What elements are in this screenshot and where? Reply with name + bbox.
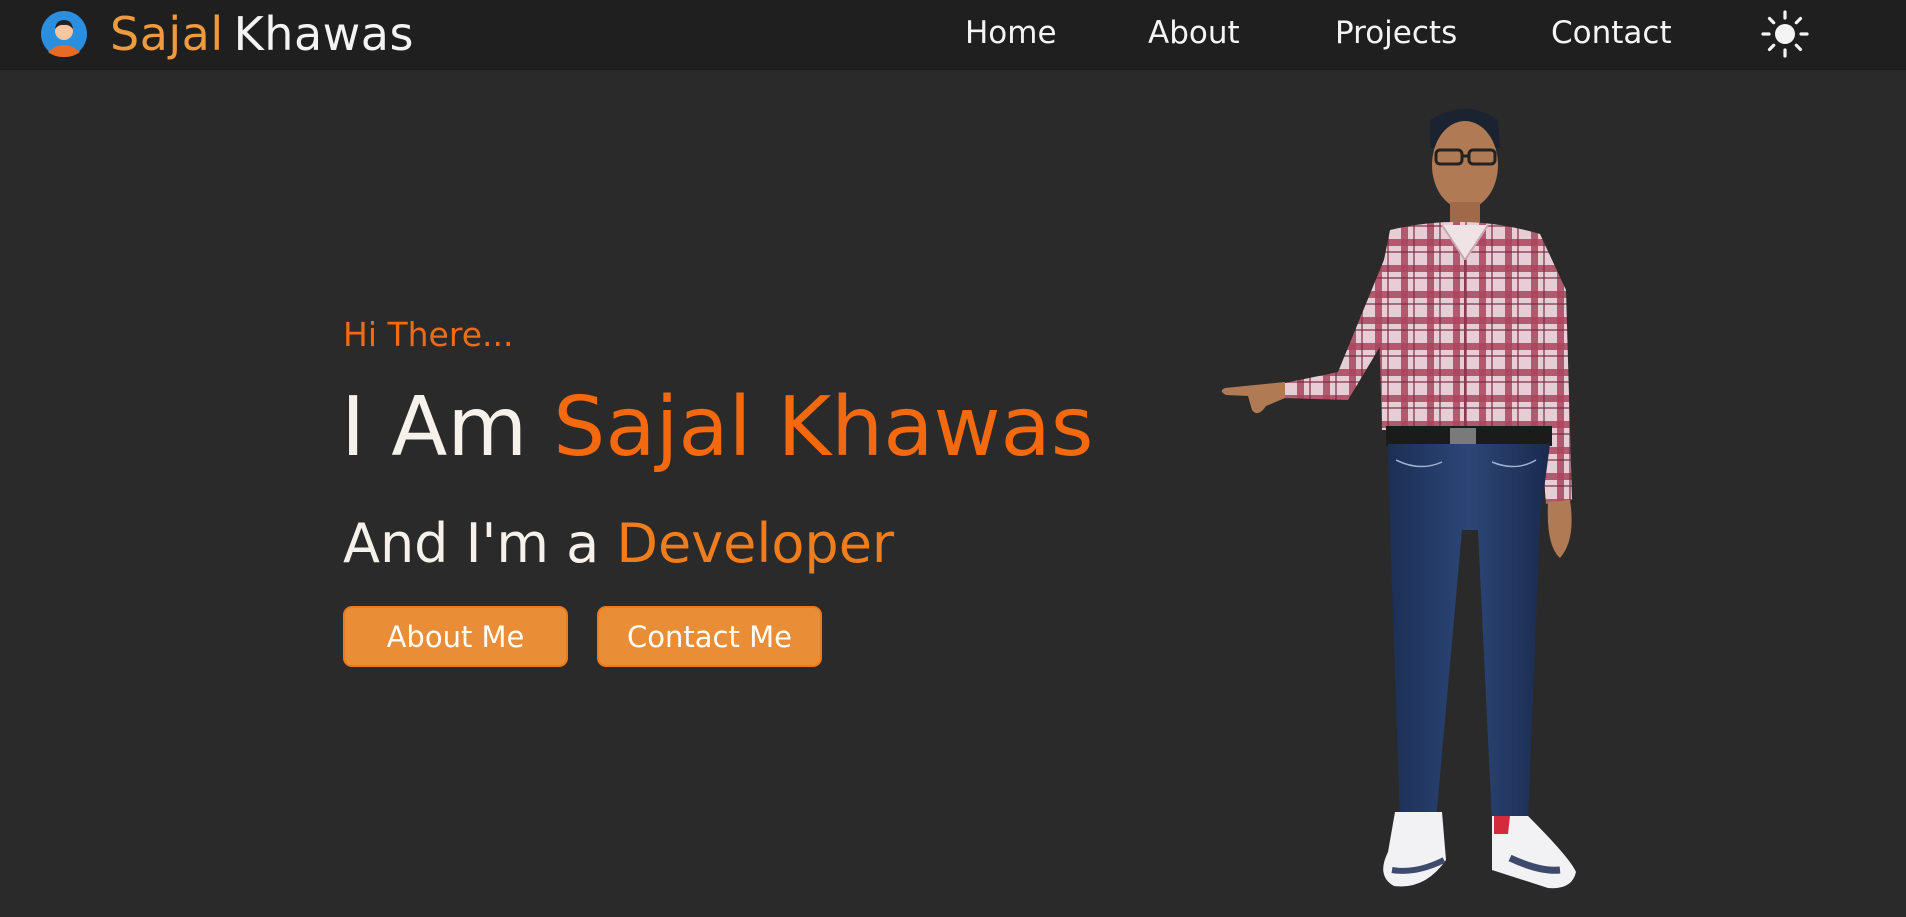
hero-subtitle-role: Developer: [616, 512, 895, 575]
nav-link-projects[interactable]: Projects: [1335, 14, 1457, 52]
nav-link-home[interactable]: Home: [965, 14, 1057, 52]
hero-subtitle: And I'm a Developer: [343, 508, 894, 580]
contact-me-button[interactable]: Contact Me: [597, 606, 822, 667]
hero-title: I Am Sajal Khawas: [341, 378, 1094, 478]
portfolio-page: SajalKhawas Home About Projects Contact: [0, 0, 1906, 917]
hero-subtitle-prefix: And I'm a: [343, 512, 617, 575]
navbar: Sajal Khawas Home About Projects Contact: [0, 0, 1906, 69]
nav-link-contact[interactable]: Contact: [1551, 14, 1672, 52]
nav-menu: Home About Projects Contact: [0, 0, 1906, 69]
sun-icon[interactable]: [1761, 10, 1809, 58]
about-me-button[interactable]: About Me: [343, 606, 568, 667]
hero-title-prefix: I Am: [341, 380, 554, 475]
portrait-image: [1221, 109, 1576, 889]
nav-link-about[interactable]: About: [1148, 14, 1240, 52]
hero-title-name: Sajal Khawas: [553, 380, 1094, 475]
hero-greeting: Hi There...: [343, 315, 514, 354]
